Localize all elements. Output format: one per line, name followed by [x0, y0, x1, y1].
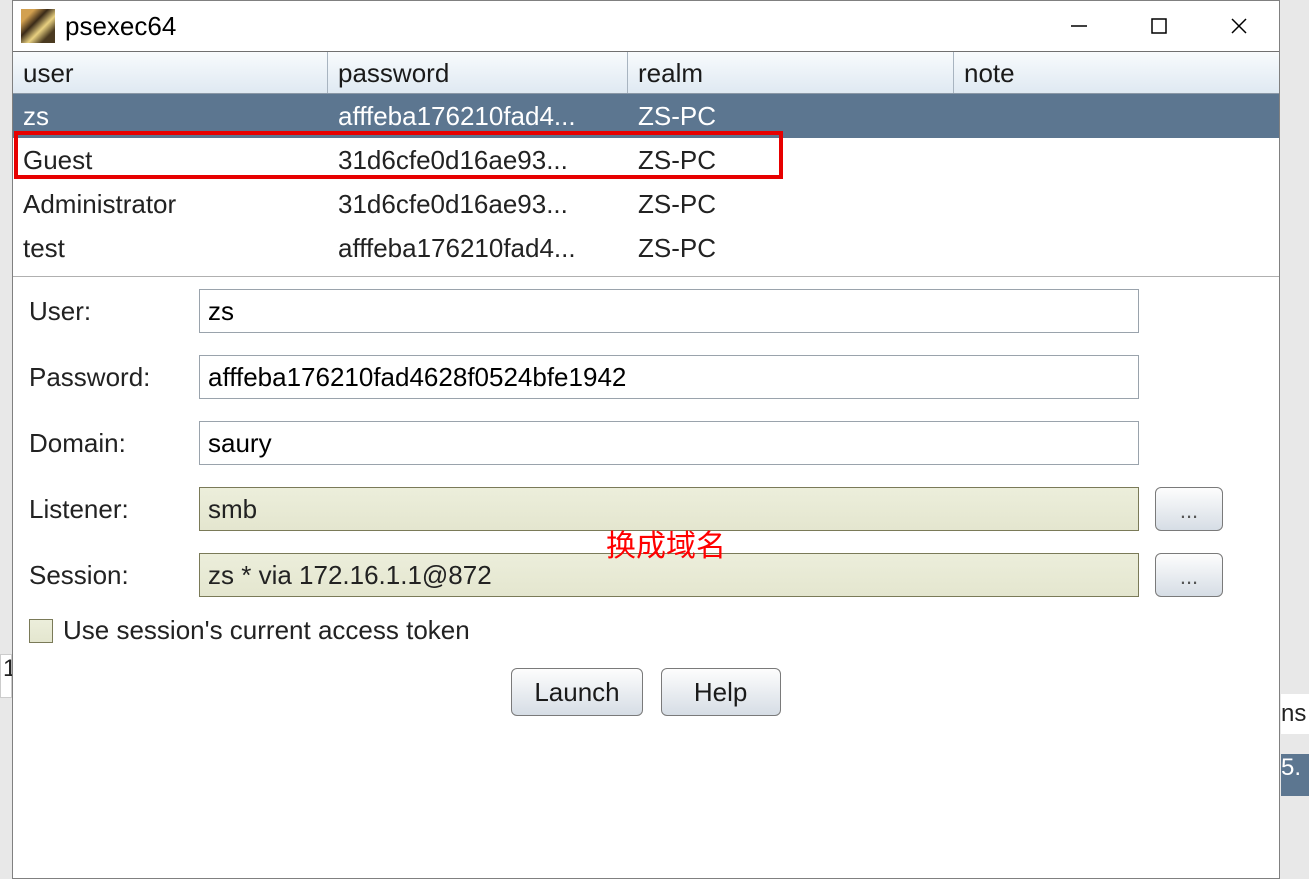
maximize-button[interactable]	[1119, 1, 1199, 51]
form-row-password: Password:	[29, 355, 1263, 399]
window-controls	[1039, 1, 1279, 51]
column-header-password[interactable]: password	[328, 52, 628, 93]
label-password: Password:	[29, 362, 199, 393]
column-header-realm[interactable]: realm	[628, 52, 954, 93]
close-button[interactable]	[1199, 1, 1279, 51]
column-header-user[interactable]: user	[13, 52, 328, 93]
launch-button[interactable]: Launch	[511, 668, 642, 716]
checkbox-row: Use session's current access token	[13, 607, 1279, 658]
minimize-button[interactable]	[1039, 1, 1119, 51]
dialog-window: psexec64 user password realm note zs aff…	[12, 0, 1280, 879]
cell-password: 31d6cfe0d16ae93...	[328, 185, 628, 224]
credentials-table-header: user password realm note	[13, 52, 1279, 94]
cell-user: zs	[13, 97, 328, 136]
table-row[interactable]: Administrator 31d6cfe0d16ae93... ZS-PC	[13, 182, 1279, 226]
label-domain: Domain:	[29, 428, 199, 459]
form-row-user: User:	[29, 289, 1263, 333]
background-fragment-right-2: 5.	[1281, 738, 1309, 798]
cell-password: 31d6cfe0d16ae93...	[328, 141, 628, 180]
cell-user: Administrator	[13, 185, 328, 224]
cell-note	[954, 244, 1279, 252]
label-user: User:	[29, 296, 199, 327]
background-fragment-left: 1	[0, 654, 12, 698]
help-button[interactable]: Help	[661, 668, 781, 716]
cell-realm: ZS-PC	[628, 141, 954, 180]
cell-password: afffeba176210fad4...	[328, 229, 628, 268]
credentials-table-body: zs afffeba176210fad4... ZS-PC Guest 31d6…	[13, 94, 1279, 270]
background-fragment-right-1: ns	[1281, 694, 1309, 734]
cell-realm: ZS-PC	[628, 229, 954, 268]
cell-note	[954, 112, 1279, 120]
cell-note	[954, 200, 1279, 208]
session-browse-button[interactable]: ...	[1155, 553, 1223, 597]
column-header-note[interactable]: note	[954, 52, 1279, 93]
titlebar: psexec64	[13, 1, 1279, 51]
button-row: Launch Help	[13, 658, 1279, 716]
cell-user: test	[13, 229, 328, 268]
cell-realm: ZS-PC	[628, 185, 954, 224]
table-row[interactable]: test afffeba176210fad4... ZS-PC	[13, 226, 1279, 270]
cell-note	[954, 156, 1279, 164]
annotation-text: 换成域名	[606, 521, 726, 565]
app-icon	[21, 9, 55, 43]
use-current-token-label: Use session's current access token	[63, 615, 470, 646]
domain-input[interactable]	[199, 421, 1139, 465]
table-row[interactable]: Guest 31d6cfe0d16ae93... ZS-PC	[13, 138, 1279, 182]
label-listener: Listener:	[29, 494, 199, 525]
client-area: user password realm note zs afffeba17621…	[13, 51, 1279, 878]
cell-realm: ZS-PC	[628, 97, 954, 136]
user-input[interactable]	[199, 289, 1139, 333]
password-input[interactable]	[199, 355, 1139, 399]
cell-user: Guest	[13, 141, 328, 180]
label-session: Session:	[29, 560, 199, 591]
window-title: psexec64	[65, 11, 176, 42]
listener-browse-button[interactable]: ...	[1155, 487, 1223, 531]
cell-password: afffeba176210fad4...	[328, 97, 628, 136]
form-row-domain: Domain:	[29, 421, 1263, 465]
use-current-token-checkbox[interactable]	[29, 619, 53, 643]
table-row[interactable]: zs afffeba176210fad4... ZS-PC	[13, 94, 1279, 138]
